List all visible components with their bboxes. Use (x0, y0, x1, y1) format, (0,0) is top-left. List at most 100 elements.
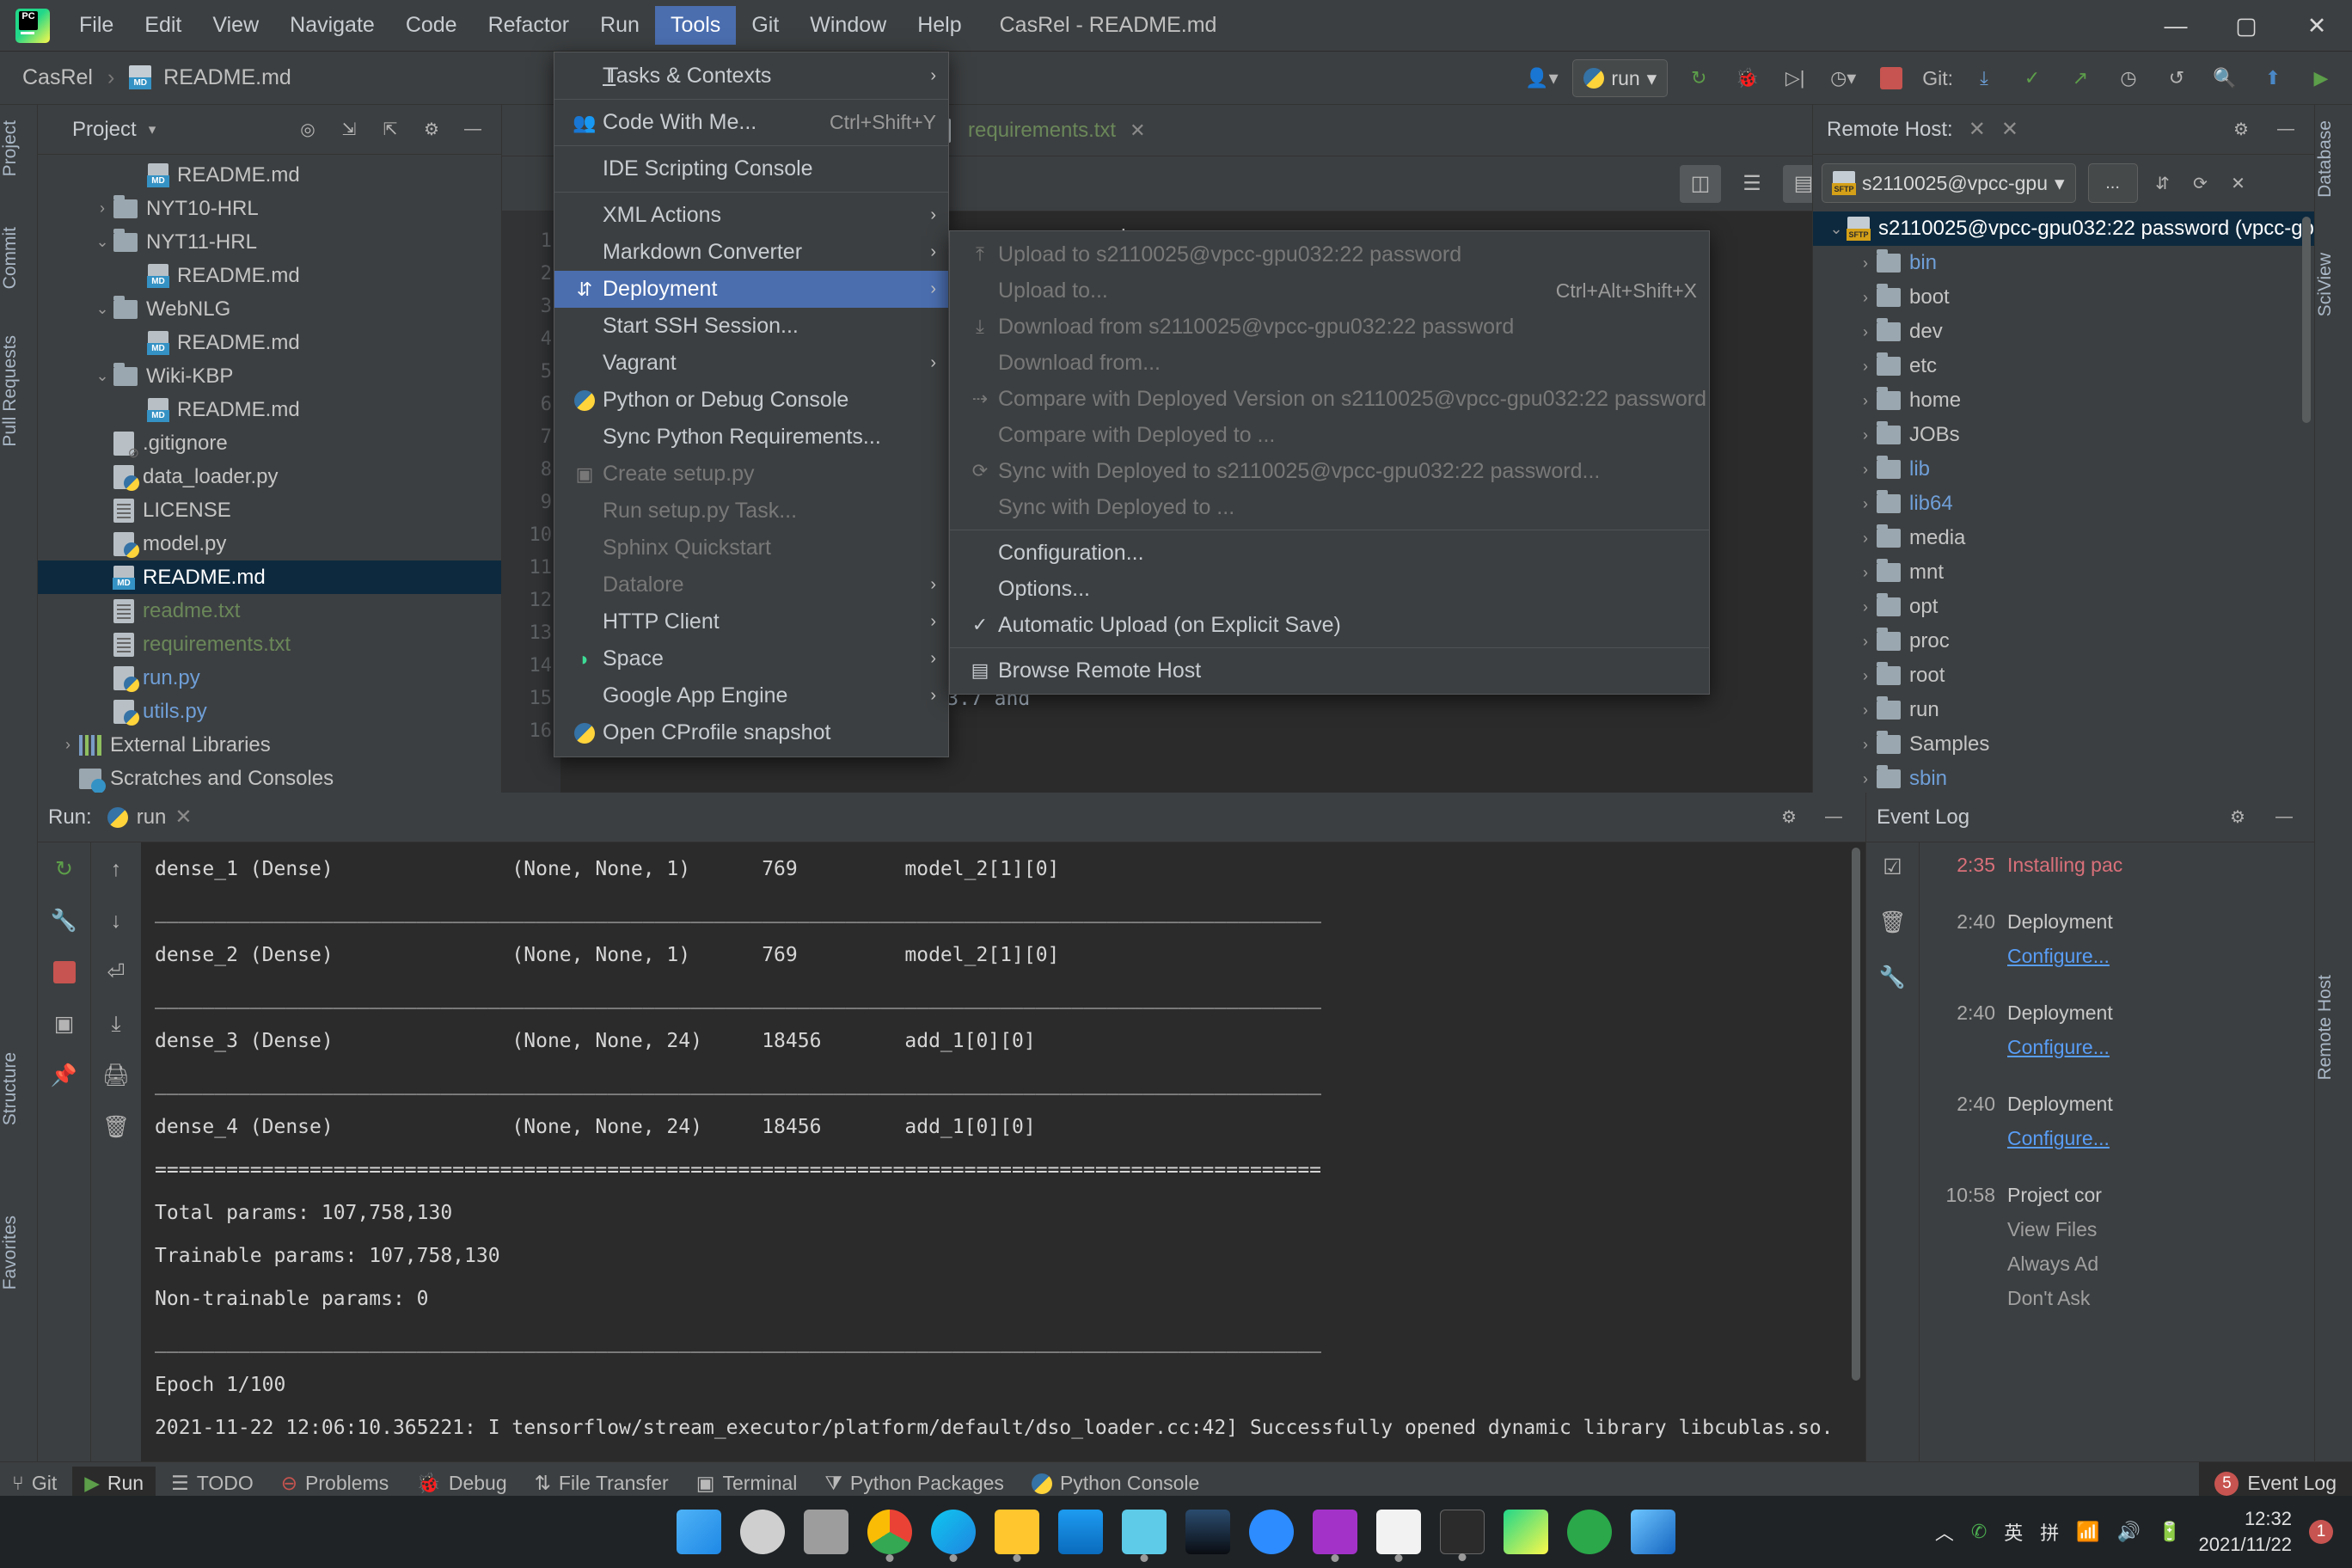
remote-tree-proc[interactable]: › proc (1813, 624, 2314, 658)
search-button[interactable]: 🔍 (2208, 61, 2242, 95)
remote-tree-samples[interactable]: › Samples (1813, 727, 2314, 762)
debug-button[interactable]: 🐞 (1730, 61, 1764, 95)
wechat-icon[interactable]: ✆ (1971, 1521, 1987, 1543)
menu-deployment[interactable]: ⇵ Deployment › (554, 271, 948, 308)
tree-item-nyt10-hrl[interactable]: › NYT10-HRL (38, 192, 501, 225)
close-button[interactable]: ✕ (2282, 0, 2352, 52)
scroll-down-icon[interactable]: ↓ (101, 906, 131, 935)
run-button[interactable]: ↻ (1681, 61, 1716, 95)
refresh-icon[interactable]: ⟳ (2188, 170, 2214, 196)
menu-tools[interactable]: Tools (654, 6, 737, 45)
pin-icon[interactable]: 📌 (50, 1061, 79, 1090)
browse-button[interactable]: ... (2087, 163, 2138, 203)
minimize-icon[interactable]: — (1821, 805, 1847, 830)
tree-item-wiki-kbp[interactable]: ⌄ Wiki-KBP (38, 359, 501, 393)
ime-pinyin-icon[interactable]: 拼 (2040, 1518, 2059, 1546)
menu-http-client[interactable]: HTTP Client › (554, 603, 948, 640)
layout-icon[interactable]: ▣ (50, 1009, 79, 1038)
event-log-entry[interactable]: 2:40 Deployment (1925, 904, 2314, 939)
run-tab[interactable]: run ✕ (102, 805, 198, 830)
cmd-icon[interactable] (1440, 1510, 1485, 1561)
sidebar-tab-pull-requests[interactable]: Pull Requests (0, 325, 38, 457)
chevron-right-icon[interactable]: › (91, 199, 113, 217)
mail-icon[interactable] (1058, 1510, 1103, 1554)
menu-open-cprofile-snapshot[interactable]: Open CProfile snapshot (554, 714, 948, 751)
git-commit-button[interactable]: ✓ (2015, 61, 2049, 95)
notes-icon[interactable] (1122, 1510, 1167, 1562)
search-icon[interactable] (740, 1510, 785, 1554)
event-link-configure[interactable]: Configure... (2007, 1127, 2110, 1149)
clear-icon[interactable]: 🗑 (101, 1112, 131, 1142)
breadcrumb-project[interactable]: CasRel (22, 65, 93, 89)
chevron-right-icon[interactable]: › (1854, 598, 1877, 616)
tree-item-model-py[interactable]: › model.py (38, 527, 501, 560)
submenu-automatic-upload[interactable]: ✓ Automatic Upload (on Explicit Save) (950, 607, 1709, 643)
event-link-dont-ask[interactable]: Don't Ask (2007, 1287, 2090, 1309)
task-view-icon[interactable] (804, 1510, 848, 1554)
soft-wrap-icon[interactable]: ⏎ (101, 958, 131, 987)
menu-help[interactable]: Help (902, 6, 977, 45)
breadcrumb-file[interactable]: README.md (163, 65, 291, 89)
event-log-entry[interactable]: 10:58 Project cor (1925, 1178, 2314, 1212)
server-selector[interactable]: s2110025@vpcc-gpu ▾ (1822, 163, 2076, 203)
windows-start-icon[interactable] (677, 1510, 721, 1554)
wifi-icon[interactable]: 📶 (2076, 1521, 2099, 1543)
submenu-options[interactable]: Options... (950, 571, 1709, 607)
onenote-icon[interactable] (1313, 1510, 1357, 1562)
remote-tree-lib64[interactable]: › lib64 (1813, 487, 2314, 521)
submenu-compare-with-deployed-version[interactable]: ⇢ Compare with Deployed Version on s2110… (950, 381, 1709, 417)
menu-start-ssh-session[interactable]: Start SSH Session... (554, 308, 948, 345)
chevron-right-icon[interactable]: › (1854, 289, 1877, 307)
tree-item-gitignore[interactable]: › .gitignore (38, 426, 501, 462)
tree-item-scratches[interactable]: Scratches and Consoles (38, 762, 501, 793)
chevron-down-icon[interactable]: ⌄ (91, 233, 113, 251)
event-log-entry[interactable]: 2:40 Deployment (1925, 1087, 2314, 1121)
console-scrollbar[interactable] (1852, 848, 1860, 1381)
menu-space[interactable]: ◗ Space › (554, 640, 948, 677)
chevron-down-icon[interactable]: ⌄ (91, 367, 113, 385)
menu-view[interactable]: View (197, 6, 274, 45)
store-icon[interactable] (1631, 1510, 1675, 1554)
split-view-icon[interactable]: ◫ (1680, 164, 1721, 203)
print-icon[interactable]: 🖨 (101, 1061, 131, 1090)
editor-tab-requirements[interactable]: requirements.txt ✕ (915, 105, 1161, 156)
hide-icon[interactable]: — (460, 117, 486, 143)
submenu-upload-to-server[interactable]: ⤒ Upload to s2110025@vpcc-gpu032:22 pass… (950, 236, 1709, 273)
submenu-sync-with-deployed-server[interactable]: ⟳ Sync with Deployed to s2110025@vpcc-gp… (950, 453, 1709, 489)
remote-tree-run[interactable]: › run (1813, 693, 2314, 727)
remote-tree-opt[interactable]: › opt (1813, 590, 2314, 624)
menu-google-app-engine[interactable]: Google App Engine › (554, 677, 948, 714)
maximize-button[interactable]: ▢ (2211, 0, 2282, 52)
settings-icon[interactable]: 🔧 (1878, 963, 1908, 992)
menu-code-with-me[interactable]: 👥 Code With Me... Ctrl+Shift+Y (554, 104, 948, 141)
chevron-right-icon[interactable]: › (1854, 736, 1877, 754)
coverage-button[interactable]: ▷| (1778, 61, 1812, 95)
close-icon[interactable]: ✕ (175, 805, 192, 830)
pycharm-icon[interactable] (1504, 1510, 1548, 1554)
gear-icon[interactable]: ⚙ (419, 117, 444, 143)
chevron-right-icon[interactable]: › (1854, 392, 1877, 410)
remote-tree-root[interactable]: ⌄ s2110025@vpcc-gpu032:22 password (vpcc… (1813, 211, 2314, 246)
mark-read-icon[interactable]: ☑ (1878, 853, 1908, 882)
gear-icon[interactable]: ⚙ (2225, 805, 2251, 830)
remote-tree-sbin[interactable]: › sbin (1813, 762, 2314, 793)
event-link-configure[interactable]: Configure... (2007, 1036, 2110, 1058)
tree-item-webnlg[interactable]: ⌄ WebNLG (38, 292, 501, 326)
delete-icon[interactable]: 🗑 (1878, 908, 1908, 937)
chevron-right-icon[interactable]: › (1854, 254, 1877, 273)
submenu-download-from[interactable]: Download from... (950, 345, 1709, 381)
tree-item-external-libraries[interactable]: › External Libraries (38, 728, 501, 762)
remote-tree-mnt[interactable]: › mnt (1813, 555, 2314, 590)
editor-only-icon[interactable]: ☰ (1731, 165, 1773, 203)
history-button[interactable]: ◷ (2111, 61, 2146, 95)
chevron-right-icon[interactable]: › (1854, 667, 1877, 685)
rerun-icon[interactable]: ↻ (50, 854, 79, 884)
chevron-right-icon[interactable]: › (1854, 633, 1877, 651)
ide-settings-button[interactable]: ▶ (2304, 61, 2338, 95)
chevron-down-icon[interactable]: ▾ (149, 121, 156, 138)
submenu-download-from-server[interactable]: ⤓ Download from s2110025@vpcc-gpu032:22 … (950, 309, 1709, 345)
tree-item-data-loader[interactable]: › data_loader.py (38, 460, 501, 493)
tree-item-run-py[interactable]: › run.py (38, 661, 501, 695)
minimize-icon[interactable]: — (2271, 805, 2297, 830)
sidebar-tab-database[interactable]: Database (2315, 110, 2352, 208)
